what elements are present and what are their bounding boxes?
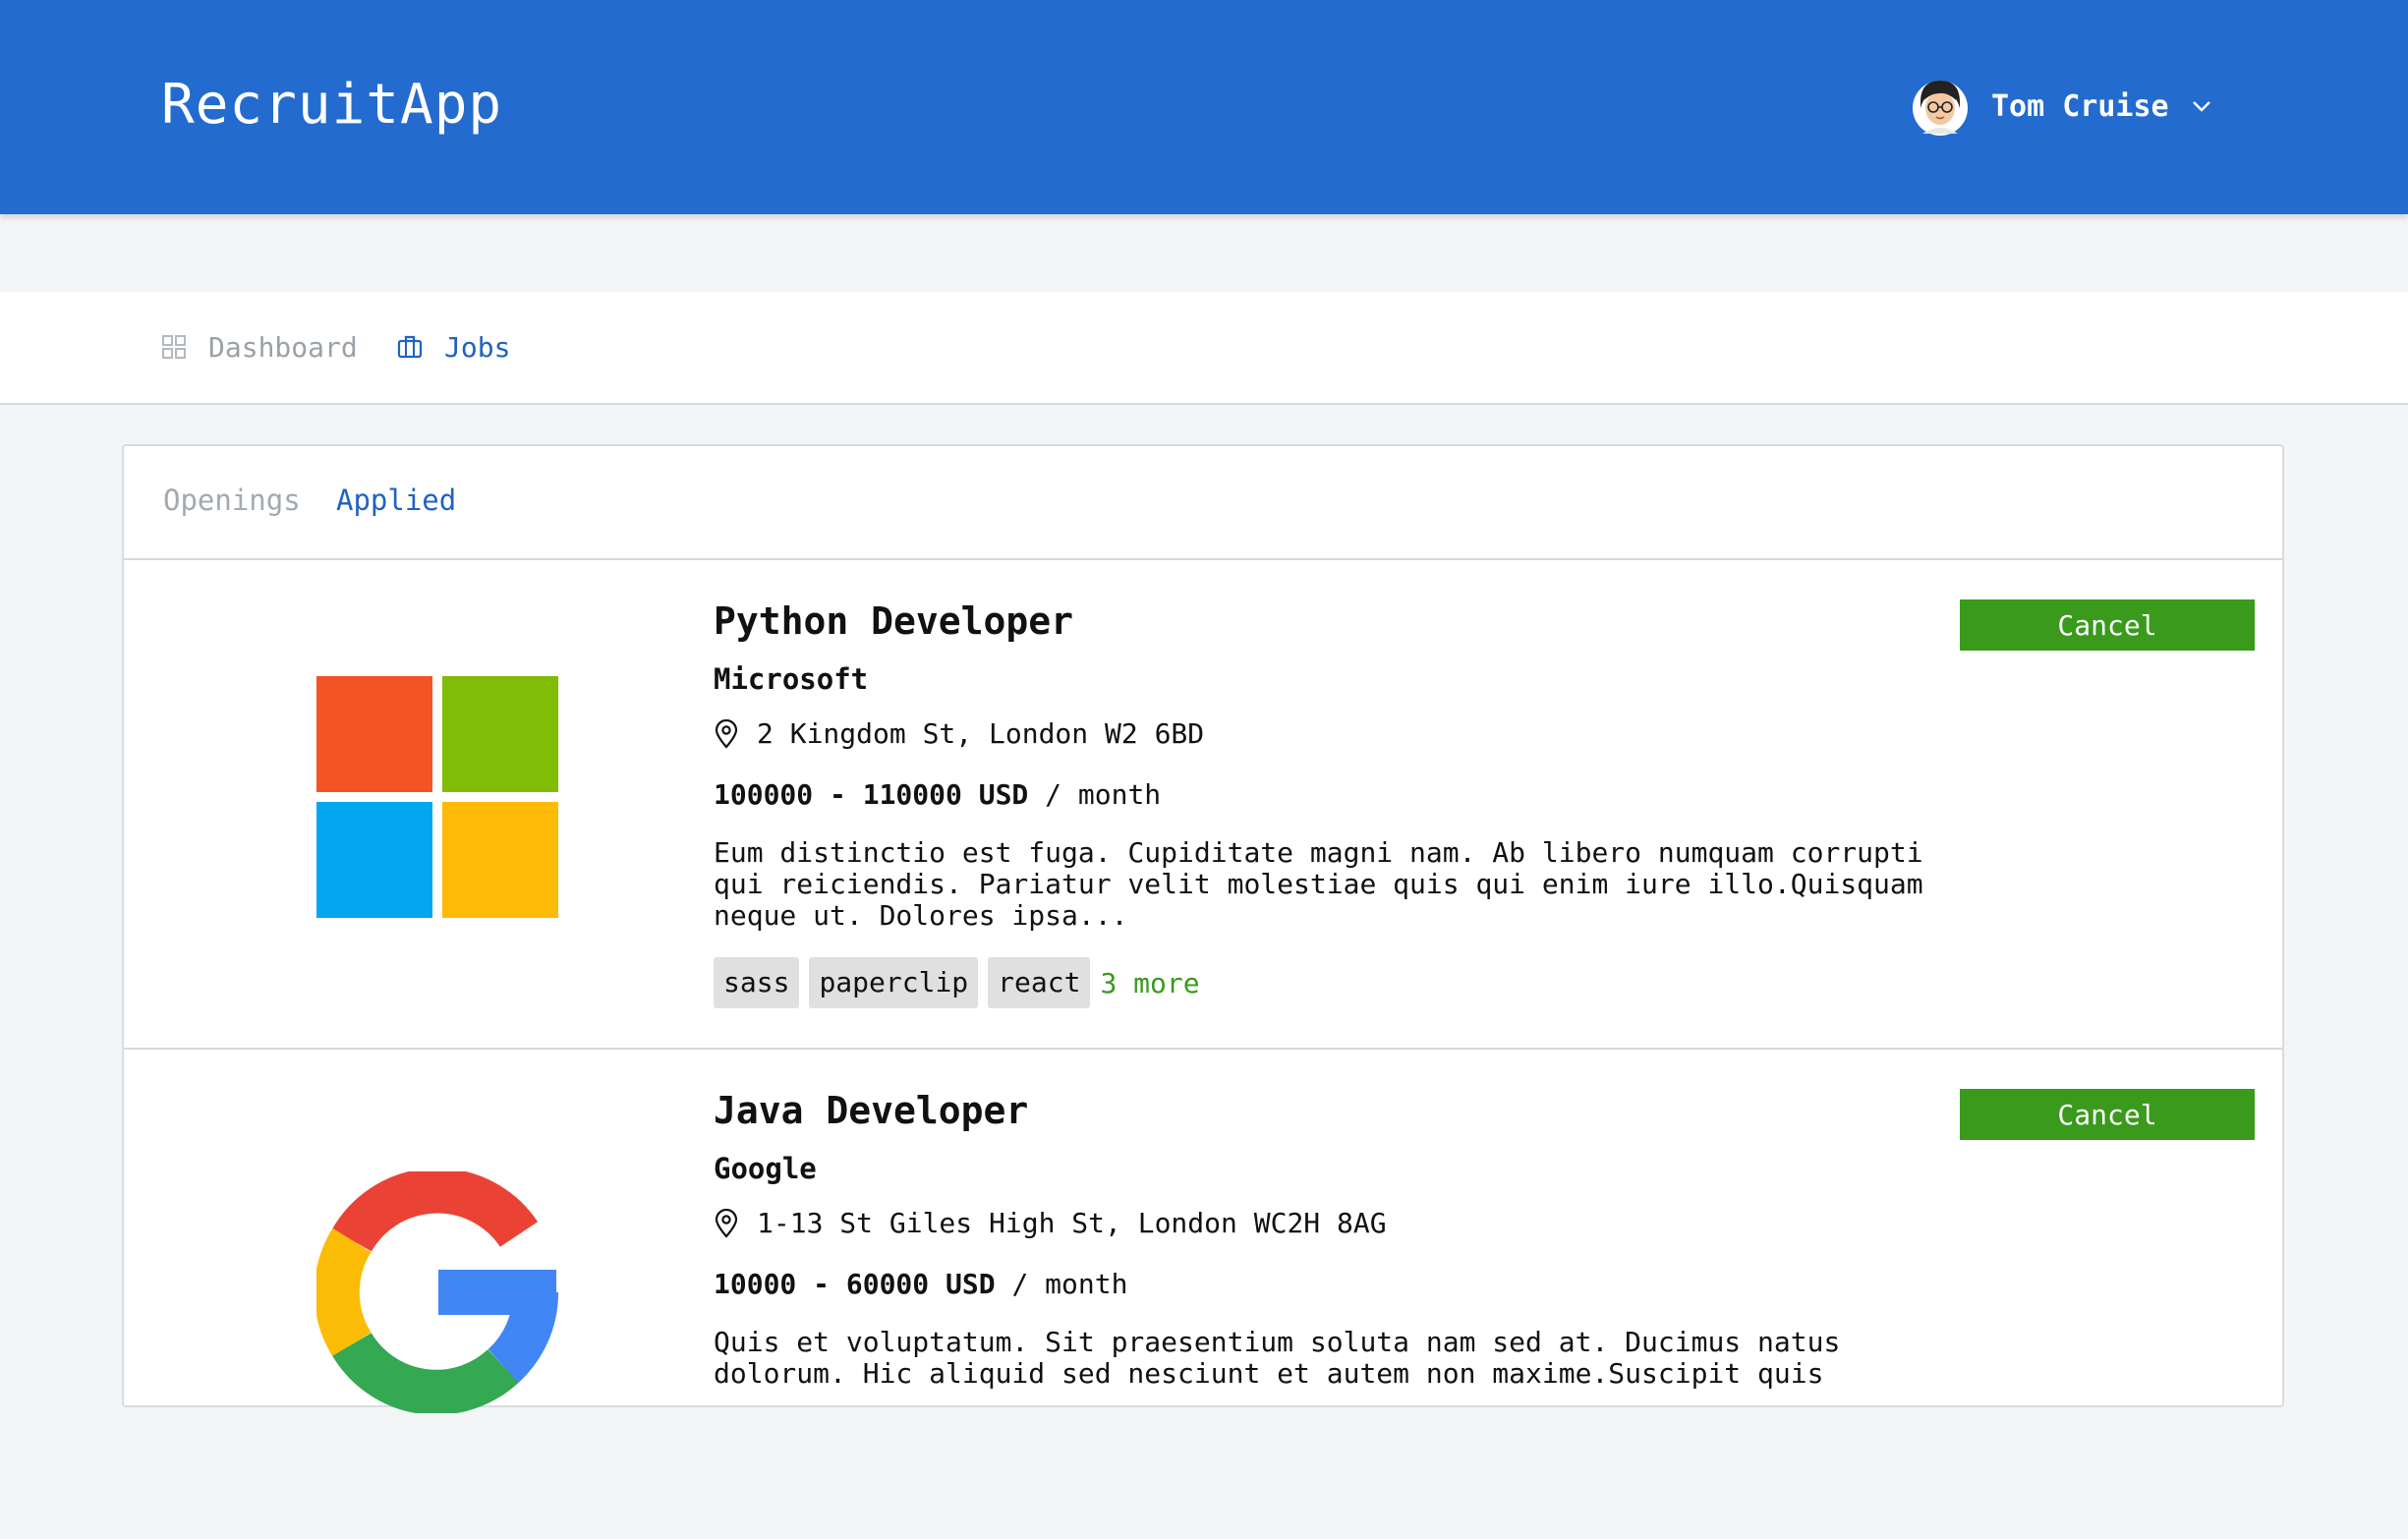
job-tags: sass paperclip react 3 more <box>714 957 1200 1008</box>
location-pin-icon <box>715 1208 738 1238</box>
job-salary: 10000 - 60000 USD / month <box>714 1268 1127 1300</box>
company-name: Microsoft <box>714 662 869 696</box>
salary-period: / month <box>1045 778 1162 811</box>
chevron-down-icon[interactable] <box>2191 99 2212 113</box>
salary-range: 10000 - 60000 USD <box>714 1268 996 1300</box>
app-brand[interactable]: RecruitApp <box>161 73 502 137</box>
jobs-card: Openings Applied Python Developer Micros… <box>122 444 2284 1413</box>
briefcase-icon <box>397 335 423 359</box>
job-title[interactable]: Java Developer <box>714 1089 1028 1132</box>
tag: react <box>988 957 1091 1008</box>
job-location: 1-13 St Giles High St, London WC2H 8AG <box>714 1207 1387 1239</box>
location-pin-icon <box>715 718 738 749</box>
company-name: Google <box>714 1152 817 1185</box>
job-description: Eum distinctio est fuga. Cupiditate magn… <box>714 836 1923 932</box>
tab-openings[interactable]: Openings <box>163 484 301 517</box>
job-description: Quis et voluptatum. Sit praesentium solu… <box>714 1326 1841 1390</box>
microsoft-logo <box>316 676 558 918</box>
tag: paperclip <box>809 957 979 1008</box>
cancel-application-button[interactable]: Cancel <box>1960 1089 2255 1140</box>
salary-period: / month <box>1011 1268 1128 1300</box>
cancel-application-button[interactable]: Cancel <box>1960 599 2255 651</box>
nav-dashboard[interactable]: Dashboard <box>161 292 358 402</box>
more-tags-link[interactable]: 3 more <box>1100 967 1199 999</box>
job-location: 2 Kingdom St, London W2 6BD <box>714 717 1204 750</box>
job-item: Python Developer Microsoft 2 Kingdom St,… <box>124 560 2282 1050</box>
nav-dashboard-label: Dashboard <box>208 330 358 364</box>
google-logo <box>316 1171 558 1413</box>
salary-range: 100000 - 110000 USD <box>714 778 1029 811</box>
jobs-tabs: Openings Applied <box>124 446 2282 560</box>
grid-icon <box>162 335 186 359</box>
tag: sass <box>714 957 800 1008</box>
tab-applied[interactable]: Applied <box>336 484 456 517</box>
section-nav: Dashboard Jobs <box>0 292 2408 405</box>
avatar-icon[interactable] <box>1913 75 1968 138</box>
nav-jobs-label: Jobs <box>444 330 511 364</box>
job-salary: 100000 - 110000 USD / month <box>714 778 1161 811</box>
job-item: Java Developer Google 1-13 St Giles High… <box>124 1050 2282 1539</box>
app-header: RecruitApp Tom Cruise <box>0 0 2408 214</box>
user-name[interactable]: Tom Cruise <box>1991 89 2169 124</box>
job-title[interactable]: Python Developer <box>714 599 1073 643</box>
nav-jobs[interactable]: Jobs <box>397 292 510 402</box>
job-location-text: 2 Kingdom St, London W2 6BD <box>757 717 1205 750</box>
job-location-text: 1-13 St Giles High St, London WC2H 8AG <box>757 1207 1387 1239</box>
user-menu[interactable]: Tom Cruise <box>1913 75 2212 138</box>
